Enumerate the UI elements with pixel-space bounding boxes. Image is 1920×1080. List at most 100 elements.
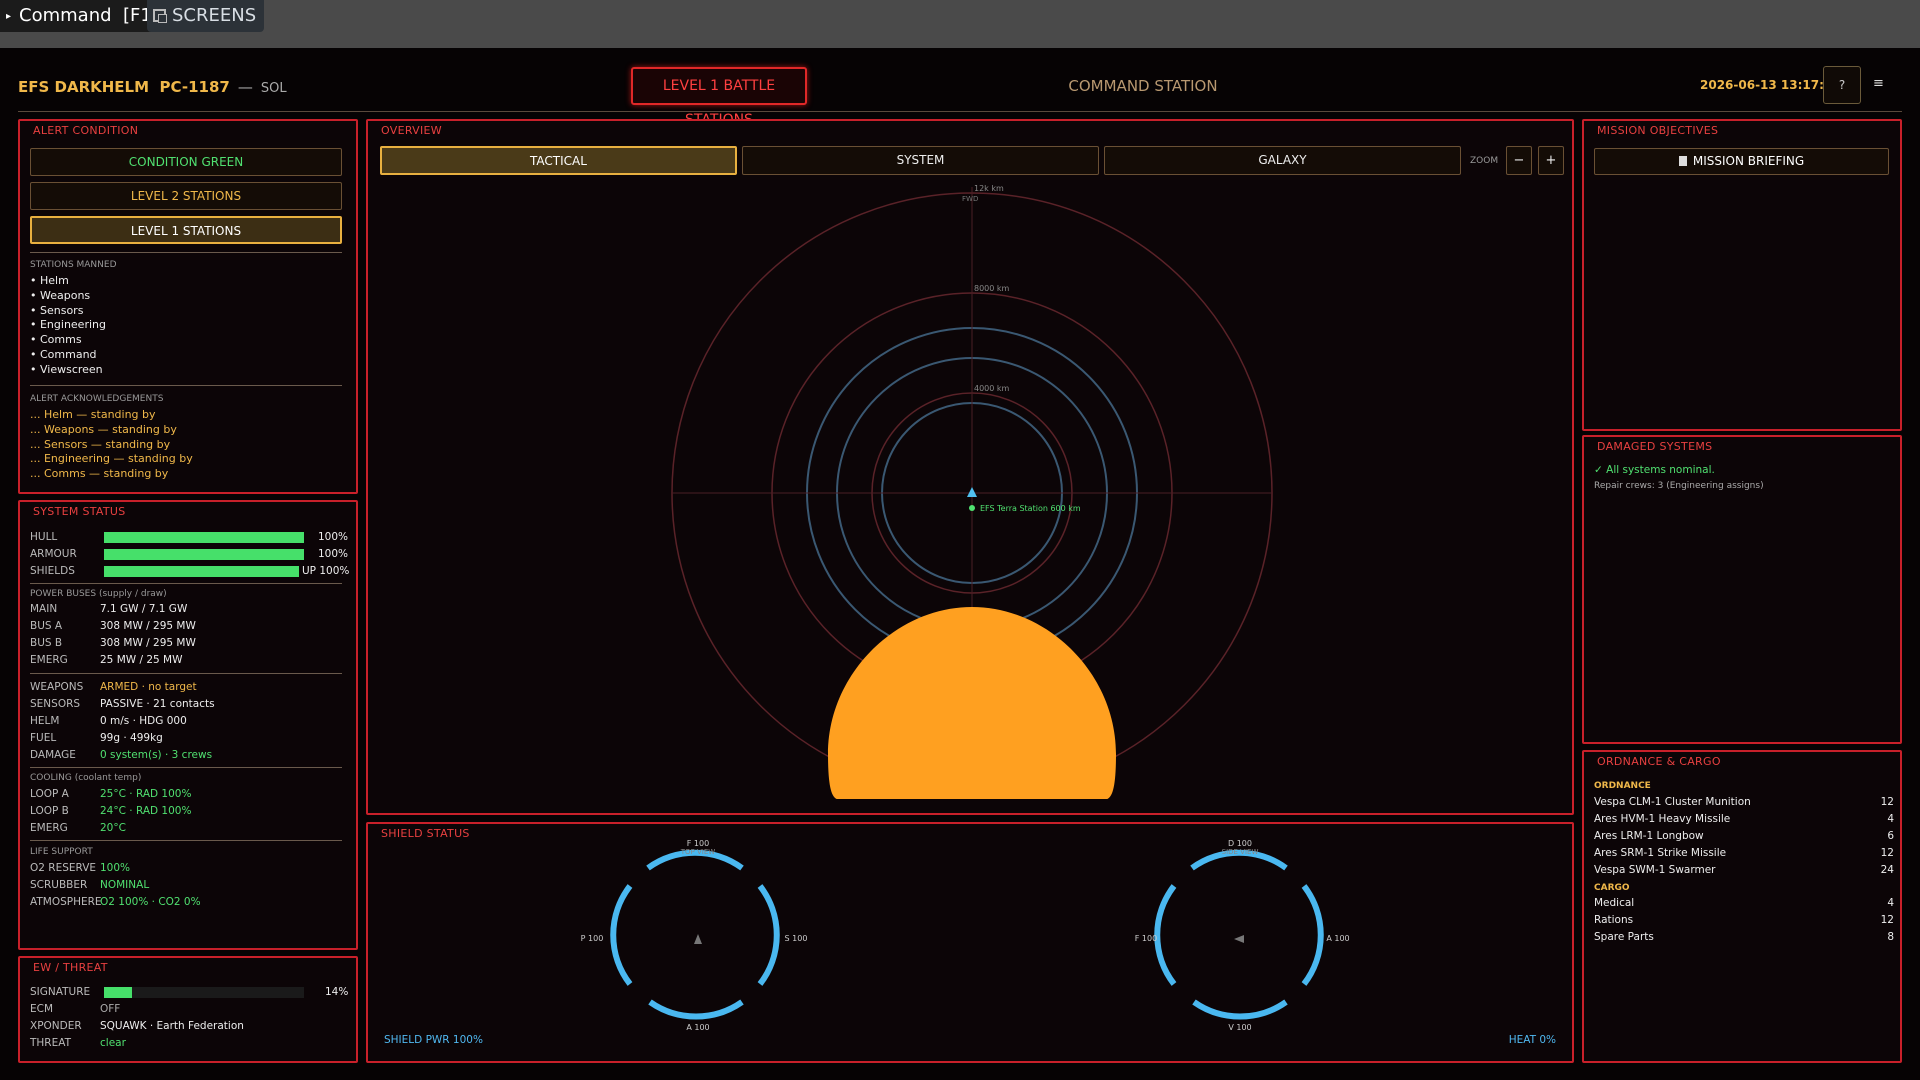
item-qty: 4 — [1887, 813, 1894, 825]
xponder-row: XPONDER SQUAWK · Earth Federation — [30, 1020, 244, 1032]
row-key: HELM — [30, 715, 60, 727]
star[interactable] — [828, 607, 1116, 799]
row-value: 20°C — [100, 822, 126, 834]
screens-icon — [153, 9, 167, 23]
panel-title: ALERT CONDITION — [33, 124, 139, 137]
hull-value: 100% — [318, 531, 349, 543]
row-value: 0 m/s · HDG 000 — [100, 715, 187, 727]
own-ship-icon[interactable] — [967, 487, 977, 497]
list-item: • Weapons — [30, 288, 91, 302]
battle-stations-button[interactable]: LEVEL 1 BATTLE STATIONS — [631, 67, 807, 128]
ordnance-cargo-panel: ORDNANCE & CARGO ORDNANCE Vespa CLM-1 Cl… — [1582, 750, 1902, 1063]
zoom-in-button[interactable]: + — [1538, 146, 1564, 175]
power-row: EMERG 25 MW / 25 MW — [30, 654, 183, 666]
item-name: Vespa SWM-1 Swarmer — [1594, 864, 1716, 876]
panel-title: EW / THREAT — [33, 961, 108, 974]
ew-threat-panel: EW / THREAT SIGNATURE 14% ECM OFF XPONDER… — [18, 956, 358, 1063]
cooling-row: LOOP A 25°C · RAD 100% — [30, 788, 191, 800]
row-key: LOOP B — [30, 805, 69, 817]
row-value: NOMINAL — [100, 879, 150, 891]
bar-fill — [104, 532, 304, 543]
help-button[interactable]: ? — [1823, 66, 1861, 104]
life-row: O2 RESERVE 100% — [30, 862, 130, 874]
command-screen-tab[interactable]: ▸ Command [F1] — [0, 0, 169, 32]
contact-marker[interactable] — [969, 505, 975, 511]
shield-arc-starboard — [757, 884, 780, 986]
acknowledgements-list: ... Helm — standing by ... Weapons — sta… — [30, 408, 193, 482]
shield-p-value: P 100 — [581, 934, 604, 943]
tab-tactical[interactable]: TACTICAL — [380, 146, 737, 175]
hull-bar — [104, 532, 304, 543]
row-key: HULL — [30, 531, 58, 543]
row-key: O2 RESERVE — [30, 862, 97, 874]
threat-row: THREAT clear — [30, 1037, 126, 1049]
hull-row: HULL — [30, 531, 100, 543]
row-value: 100% — [100, 862, 131, 874]
zoom-out-button[interactable]: − — [1506, 146, 1532, 175]
mission-briefing-button[interactable]: MISSION BRIEFING — [1594, 148, 1889, 175]
view-label: SIDE VIEW — [1222, 848, 1259, 856]
armour-value: 100% — [318, 548, 349, 560]
shield-v-value: V 100 — [1228, 1023, 1251, 1032]
row-value: 24°C · RAD 100% — [100, 805, 192, 817]
menu-icon[interactable]: ≡ — [1873, 76, 1884, 91]
ship-identity: EFS DARKHELM PC-1187 — SOL — [18, 78, 287, 96]
fwd-label: FWD — [962, 195, 978, 203]
zoom-label: ZOOM — [1470, 156, 1499, 166]
screens-button[interactable]: SCREENS — [147, 0, 265, 32]
row-key: BUS A — [30, 620, 63, 632]
item-name: Ares SRM-1 Strike Missile — [1594, 847, 1727, 859]
range-label: 8000 km — [974, 284, 1010, 293]
ordnance-label: ORDNANCE — [1594, 781, 1651, 791]
row-key: ARMOUR — [30, 548, 77, 560]
item-name: Ares LRM-1 Longbow — [1594, 830, 1704, 842]
divider — [30, 583, 342, 584]
mission-briefing-label: MISSION BRIEFING — [1692, 154, 1805, 168]
tactical-map[interactable]: 12k km FWD 8000 km 4000 km EFS Terra Sta… — [368, 179, 1572, 799]
list-item: • Viewscreen — [30, 362, 103, 376]
item-name: Vespa CLM-1 Cluster Munition — [1594, 796, 1751, 808]
row-key: SENSORS — [30, 698, 81, 710]
shield-s-value: S 100 — [785, 934, 808, 943]
separator: — — [237, 78, 253, 96]
contact-label: EFS Terra Station 600 km — [980, 504, 1081, 513]
divider — [30, 767, 342, 768]
level-1-stations-button[interactable]: LEVEL 1 STATIONS — [30, 216, 342, 244]
range-label: 4000 km — [974, 384, 1010, 393]
fuel-row: FUEL 99g · 499kg — [30, 732, 163, 744]
row-value: SQUAWK · Earth Federation — [100, 1020, 244, 1032]
row-value: OFF — [100, 1003, 121, 1015]
divider — [30, 840, 342, 841]
ship-silhouette-icon — [1234, 935, 1244, 943]
panel-title: OVERVIEW — [381, 124, 442, 137]
row-key: THREAT — [30, 1037, 72, 1049]
document-icon — [1678, 156, 1687, 166]
shield-a-value: A 100 — [1326, 934, 1349, 943]
tab-system[interactable]: SYSTEM — [742, 146, 1099, 175]
row-key: ECM — [30, 1003, 54, 1015]
stations-manned-label: STATIONS MANNED — [30, 260, 117, 270]
list-item: Rations 12 — [1594, 914, 1894, 926]
row-value: 99g · 499kg — [100, 732, 163, 744]
ship-name: EFS DARKHELM — [18, 78, 150, 96]
view-label: TOP VIEW — [680, 848, 716, 856]
damage-row: DAMAGE 0 system(s) · 3 crews — [30, 749, 212, 761]
cargo-label: CARGO — [1594, 883, 1630, 893]
tab-galaxy[interactable]: GALAXY — [1104, 146, 1461, 175]
row-key: BUS B — [30, 637, 63, 649]
side-view-shield: D 100 SIDE VIEW V 100 F 100 A 100 — [1135, 839, 1350, 1032]
row-key: MAIN — [30, 603, 58, 615]
power-row: BUS A 308 MW / 295 MW — [30, 620, 196, 632]
header: EFS DARKHELM PC-1187 — SOL LEVEL 1 BATTLE … — [18, 62, 1902, 128]
list-item: Medical 4 — [1594, 897, 1894, 909]
range-label: 12k km — [974, 184, 1004, 193]
shields-value: UP 100% — [302, 565, 350, 577]
row-key: XPONDER — [30, 1020, 82, 1032]
level-2-stations-button[interactable]: LEVEL 2 STATIONS — [30, 182, 342, 210]
row-value: O2 100% · CO2 0% — [100, 896, 201, 908]
list-item: ... Engineering — standing by — [30, 452, 193, 466]
shields-bar — [104, 566, 299, 577]
condition-green-button[interactable]: CONDITION GREEN — [30, 148, 342, 176]
power-row: BUS B 308 MW / 295 MW — [30, 637, 196, 649]
overview-panel: OVERVIEW TACTICAL SYSTEM GALAXY ZOOM − +… — [366, 119, 1574, 815]
